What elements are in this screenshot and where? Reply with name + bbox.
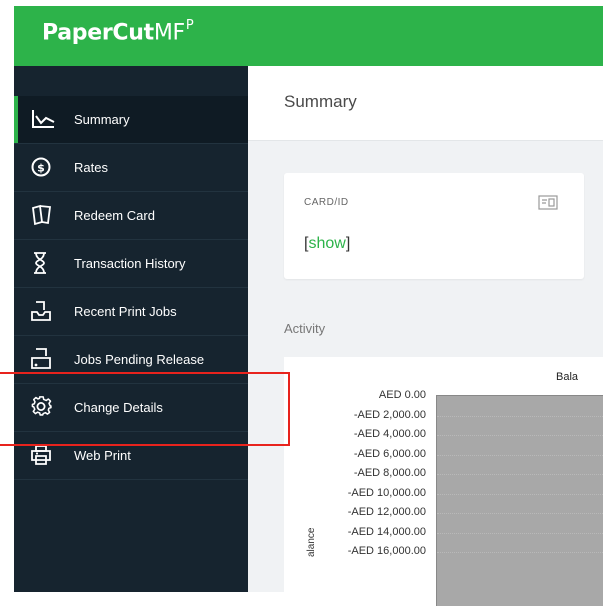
line-chart-icon [30, 108, 56, 130]
y-tick-label: -AED 4,000.00 [353, 428, 426, 440]
sidebar-item-label: Transaction History [74, 256, 186, 271]
balance-chart: Bala AED 0.00 -AED 2,000.00 -AED 4,000.00 -… [284, 357, 603, 606]
printer-icon [30, 444, 56, 466]
logo-mark: P [185, 18, 194, 33]
grid-line [437, 474, 603, 475]
y-tick-label: -AED 8,000.00 [353, 467, 426, 479]
plot-area [436, 395, 603, 606]
show-card-id-link[interactable]: show [308, 235, 345, 252]
page-title: Summary [284, 92, 357, 111]
printer-release-icon [30, 348, 56, 370]
logo-light-text: MF [153, 20, 185, 46]
card-id-panel: CARD/ID [show] [284, 173, 584, 279]
sidebar-item-redeem-card[interactable]: Redeem Card [14, 192, 248, 240]
grid-line [437, 435, 603, 436]
sidebar-item-rates[interactable]: $ Rates [14, 144, 248, 192]
y-axis-label: alance [306, 527, 317, 557]
highlight-box [0, 372, 290, 446]
inbox-tray-icon [30, 300, 56, 322]
grid-line [437, 552, 603, 553]
hourglass-icon [30, 252, 56, 274]
sidebar-item-recent-print-jobs[interactable]: Recent Print Jobs [14, 288, 248, 336]
grid-line [437, 454, 603, 456]
activity-title: Activity [284, 321, 326, 336]
y-tick-label: -AED 14,000.00 [347, 525, 426, 538]
sidebar-item-label: Redeem Card [74, 208, 155, 223]
top-header: PaperCutMFP [14, 6, 603, 66]
chart-title: Bala [556, 371, 579, 383]
main-content: CARD/ID [show] Activity Bala AED 0.00 -AE… [248, 141, 603, 606]
y-tick-label: -AED 12,000.00 [347, 506, 426, 518]
id-card-icon [538, 195, 558, 215]
cards-icon [30, 204, 56, 226]
y-tick-label: -AED 10,000.00 [347, 486, 426, 499]
grid-line [437, 415, 603, 417]
sidebar-item-label: Summary [74, 112, 130, 127]
sidebar-item-transaction-history[interactable]: Transaction History [14, 240, 248, 288]
papercut-logo[interactable]: PaperCutMFP [42, 18, 194, 46]
y-tick-label: -AED 2,000.00 [353, 408, 426, 421]
y-tick-label: -AED 16,000.00 [347, 545, 426, 557]
sidebar-item-label: Recent Print Jobs [74, 304, 177, 319]
dollar-circle-icon: $ [30, 156, 56, 178]
card-id-label: CARD/ID [304, 197, 349, 208]
sidebar: Summary $ Rates Redeem Card Transaction … [14, 66, 248, 592]
logo-bold-text: PaperCut [42, 20, 154, 46]
bracket-close: ] [345, 235, 351, 252]
grid-line [437, 532, 603, 534]
svg-text:$: $ [37, 162, 45, 175]
sidebar-item-label: Rates [74, 160, 108, 175]
sidebar-item-summary[interactable]: Summary [14, 96, 248, 144]
grid-line [437, 513, 603, 514]
card-id-value: [show] [304, 235, 350, 253]
page-header: Summary [248, 66, 603, 141]
y-tick-label: -AED 6,000.00 [353, 447, 426, 460]
y-tick-label: AED 0.00 [378, 389, 426, 401]
grid-line [437, 493, 603, 495]
